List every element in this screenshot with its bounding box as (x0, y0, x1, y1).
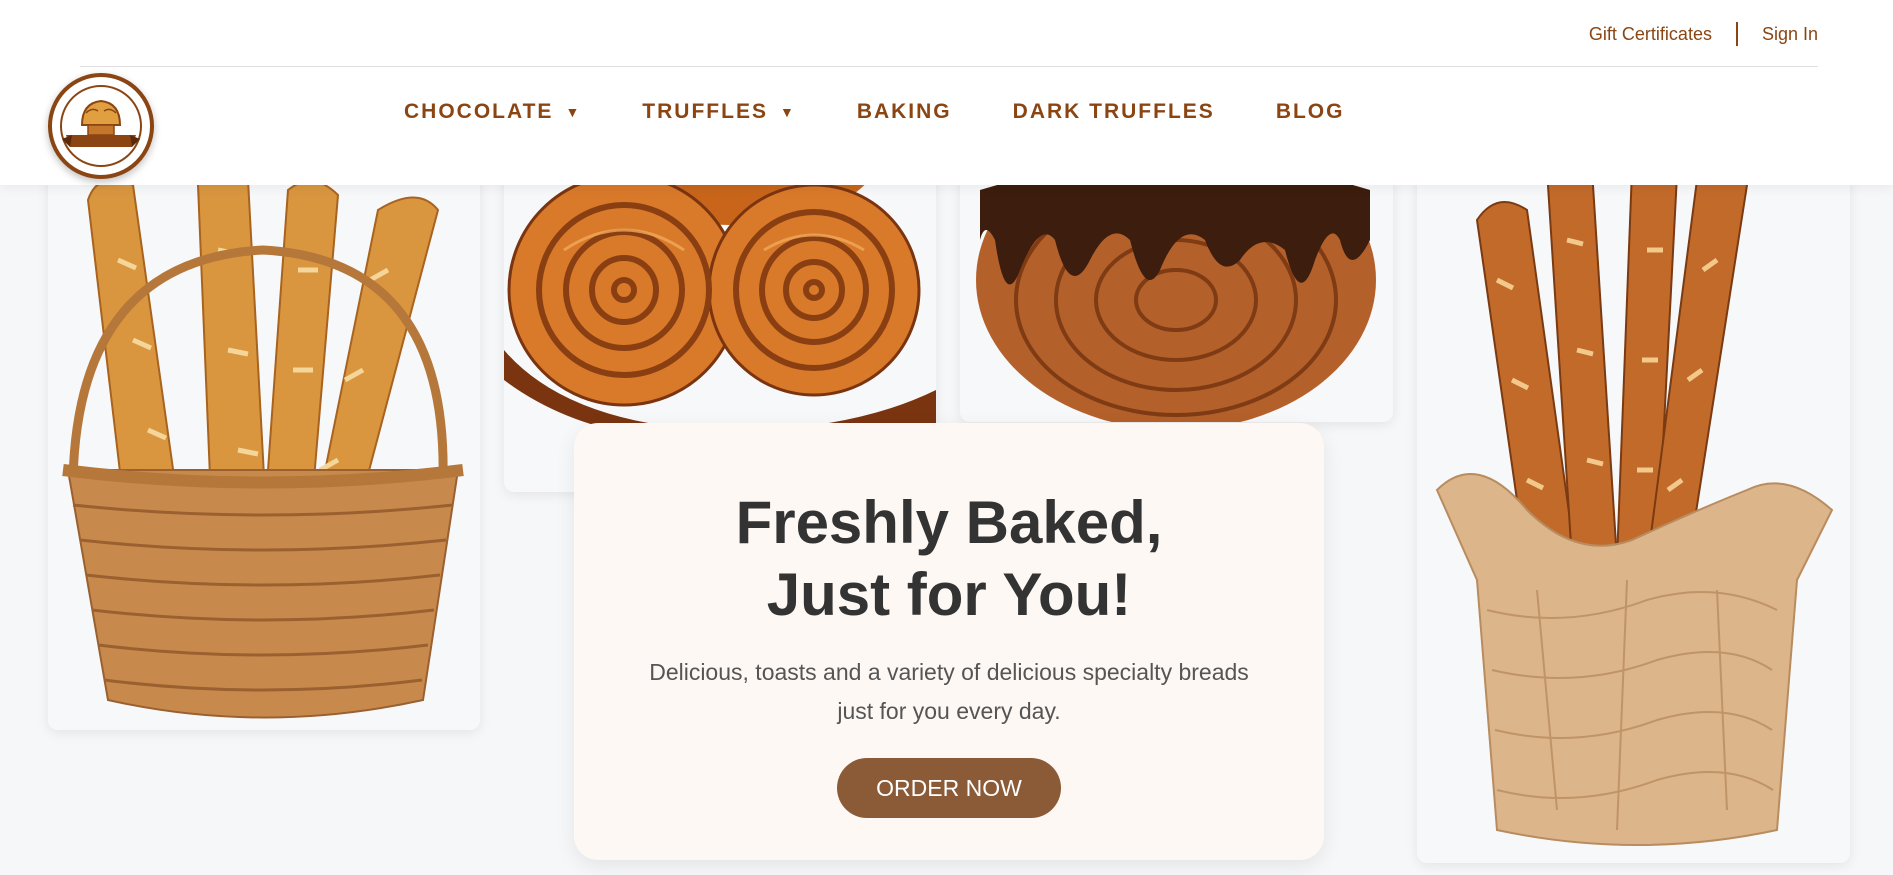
hero-subtitle: Delicious, toasts and a variety of delic… (649, 659, 1249, 724)
main-nav: CHOCOLATE ▼ TRUFFLES ▼ BAKING DARK TRUFF… (404, 100, 1344, 124)
hero-title-line-2: Just for You! (766, 561, 1132, 628)
hero-title-line-1: Freshly Baked, (735, 489, 1163, 556)
utility-links: Gift Certificates Sign In (1589, 22, 1818, 46)
nav-item-truffles[interactable]: TRUFFLES ▼ (642, 100, 796, 124)
chevron-down-icon: ▼ (565, 104, 582, 120)
nav-item-label: DARK TRUFFLES (1012, 100, 1215, 123)
site-header: Gift Certificates Sign In CHOCOLATE ▼ TR… (0, 0, 1893, 185)
nav-item-blog[interactable]: BLOG (1276, 100, 1345, 124)
order-now-button[interactable]: ORDER NOW (837, 758, 1061, 818)
bagged-baguettes-image (1417, 110, 1850, 863)
chevron-down-icon: ▼ (779, 104, 796, 120)
hero-card: Freshly Baked, Just for You! Delicious, … (574, 423, 1324, 860)
nav-item-label: CHOCOLATE (404, 100, 554, 123)
bakery-house-logo[interactable] (48, 73, 154, 179)
link-separator (1735, 22, 1738, 46)
sign-in-link[interactable]: Sign In (1762, 24, 1818, 45)
header-divider (80, 66, 1818, 67)
gift-certificates-link[interactable]: Gift Certificates (1589, 24, 1712, 45)
nav-item-baking[interactable]: BAKING (857, 100, 952, 124)
hero-title: Freshly Baked, Just for You! (574, 487, 1324, 631)
nav-item-label: TRUFFLES (642, 100, 768, 123)
basket-baguettes-image (48, 110, 480, 730)
nav-item-label: BAKING (856, 100, 952, 123)
nav-item-dark-truffles[interactable]: DARK TRUFFLES (1013, 100, 1215, 124)
nav-item-label: BLOG (1275, 100, 1345, 123)
nav-item-chocolate[interactable]: CHOCOLATE ▼ (404, 100, 581, 124)
